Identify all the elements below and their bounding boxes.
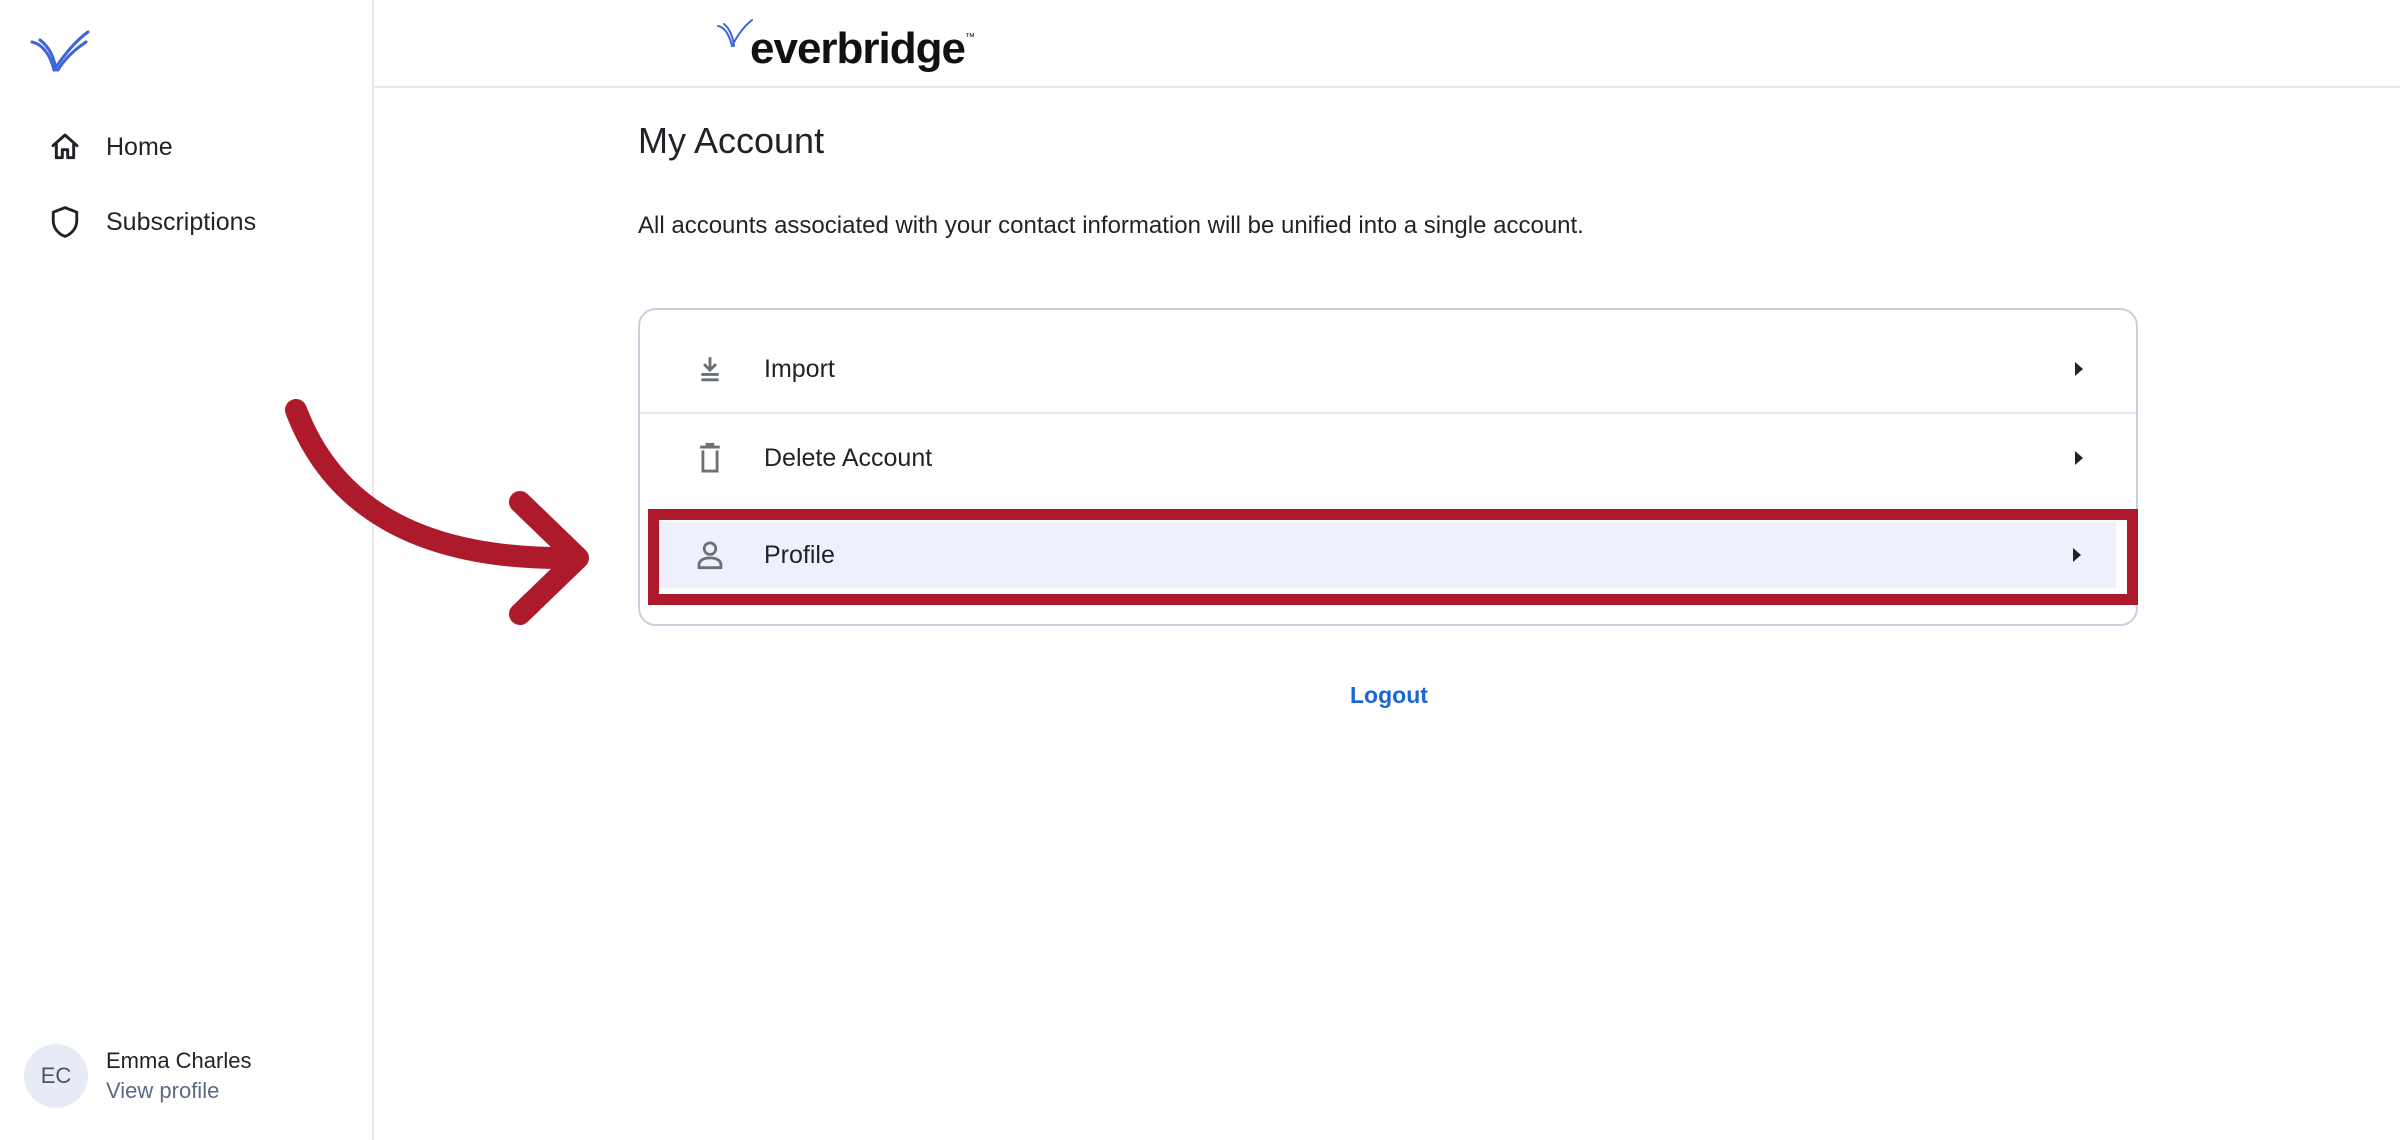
shield-icon: [44, 201, 86, 243]
menu-item-label: Import: [764, 354, 835, 383]
top-header: everbridge ™: [374, 0, 2400, 88]
account-menu-card: Import Delete Account Profile: [638, 308, 2138, 626]
logout-link[interactable]: Logout: [1350, 682, 1428, 709]
app-window: Home Subscriptions EC Emma Charles View …: [0, 0, 2400, 1140]
sidebar: Home Subscriptions EC Emma Charles View …: [0, 0, 374, 1140]
user-profile-block[interactable]: EC Emma Charles View profile: [24, 1044, 251, 1108]
sidebar-item-label: Subscriptions: [106, 207, 257, 236]
brand-name: everbridge: [750, 24, 966, 73]
menu-item-profile[interactable]: Profile: [658, 522, 2116, 588]
menu-item-label: Delete Account: [764, 443, 933, 472]
home-icon: [44, 126, 86, 168]
menu-item-label: Profile: [764, 540, 835, 569]
caret-right-icon: [2070, 546, 2084, 564]
everbridge-logo-icon[interactable]: [28, 28, 92, 78]
sidebar-item-subscriptions[interactable]: Subscriptions: [44, 198, 354, 246]
person-icon: [690, 535, 730, 575]
sidebar-item-label: Home: [106, 132, 173, 161]
view-profile-link[interactable]: View profile: [106, 1076, 251, 1106]
user-name: Emma Charles: [106, 1048, 252, 1073]
brand-logo: everbridge ™: [716, 18, 975, 74]
menu-item-delete-account[interactable]: Delete Account: [640, 414, 2136, 502]
avatar[interactable]: EC: [24, 1044, 88, 1108]
user-info: Emma Charles View profile: [106, 1046, 251, 1106]
page-description: All accounts associated with your contac…: [638, 212, 1584, 239]
sidebar-item-home[interactable]: Home: [44, 123, 354, 171]
page-title: My Account: [638, 120, 825, 161]
download-icon: [690, 349, 730, 389]
brand-trademark: ™: [964, 32, 975, 43]
menu-item-import[interactable]: Import: [640, 326, 2136, 414]
caret-right-icon: [2072, 449, 2086, 467]
trash-icon: [690, 438, 730, 478]
caret-right-icon: [2072, 360, 2086, 378]
